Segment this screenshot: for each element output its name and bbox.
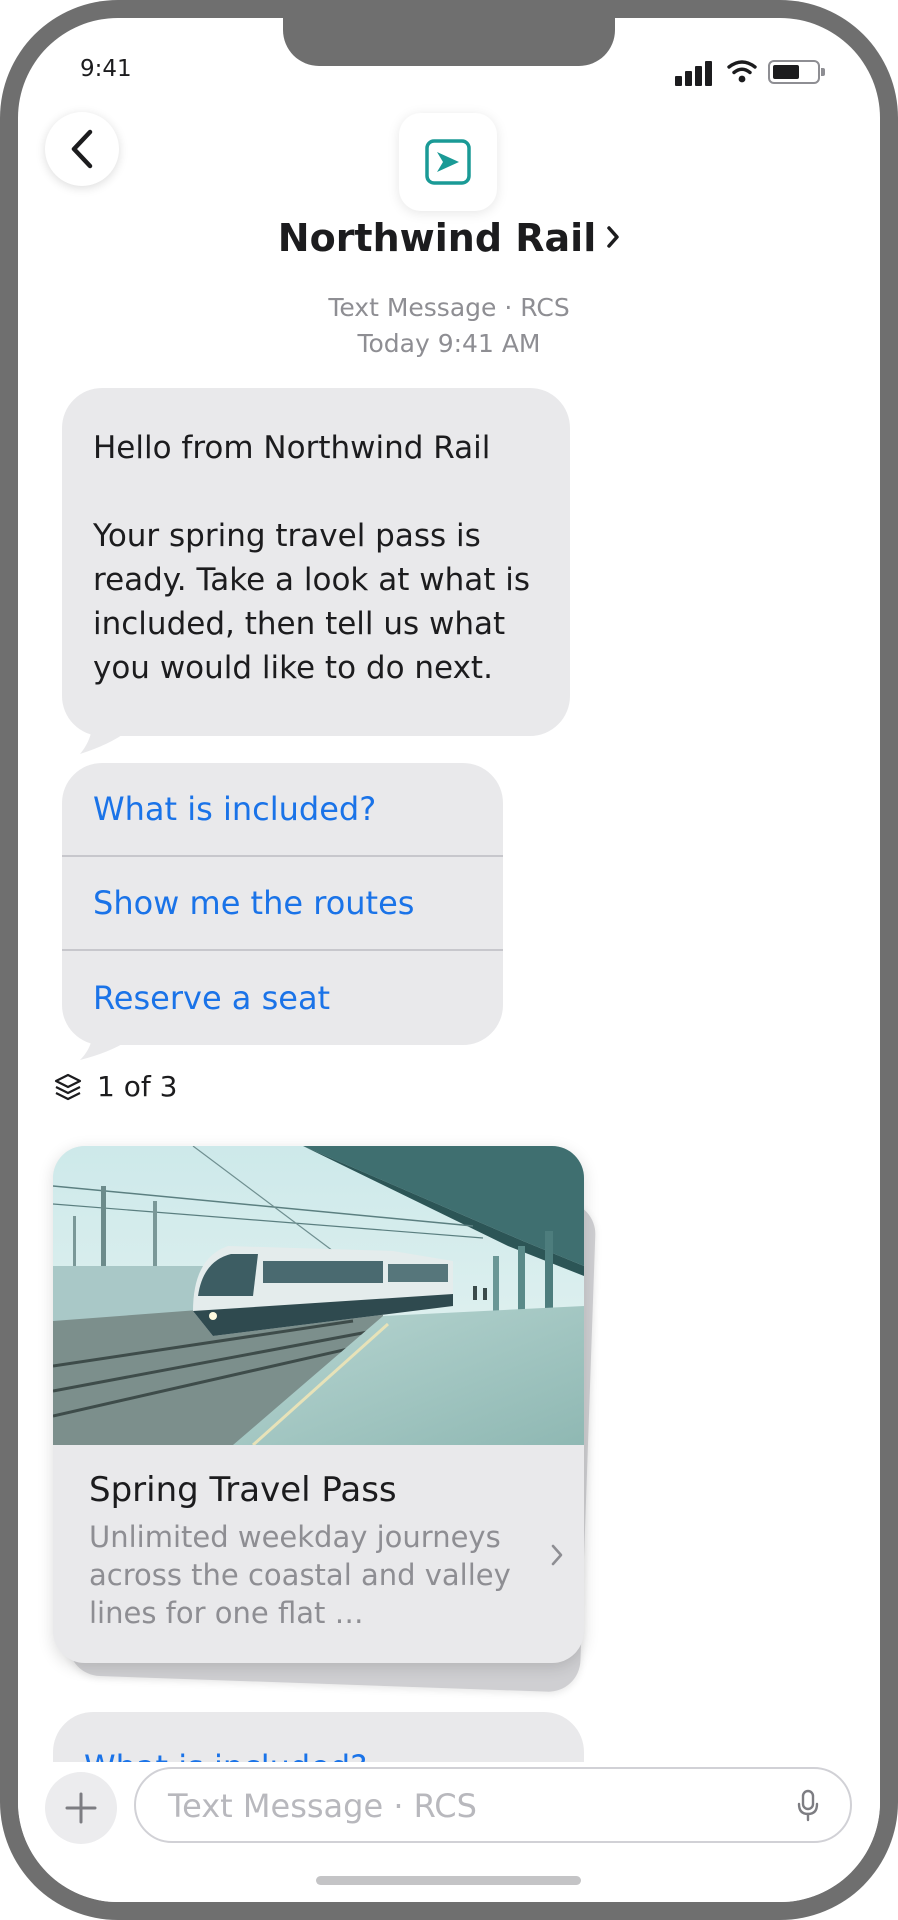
message-greeting: Hello from Northwind Rail <box>93 430 491 466</box>
microphone-icon[interactable] <box>796 1789 820 1823</box>
conversation-meta: Text Message · RCS Today 9:41 AM <box>18 290 880 362</box>
back-button[interactable] <box>45 112 119 186</box>
message-input-placeholder: Text Message · RCS <box>168 1787 477 1825</box>
brand-arrow-icon <box>425 139 471 185</box>
battery-icon <box>768 60 825 84</box>
home-indicator[interactable] <box>316 1876 581 1885</box>
suggestion-what-is-included[interactable]: What is included? <box>62 763 503 857</box>
suggestions-tail <box>80 1038 132 1060</box>
message-input[interactable]: Text Message · RCS <box>134 1767 852 1843</box>
train-station-image <box>53 1146 584 1445</box>
status-time: 9:41 <box>80 56 132 82</box>
card-description: Unlimited weekday journeys across the co… <box>89 1520 511 1630</box>
suggestion-reserve-seat[interactable]: Reserve a seat <box>62 951 503 1045</box>
notch <box>283 18 615 66</box>
plus-icon <box>65 1792 97 1824</box>
cellular-signal-icon <box>675 60 713 86</box>
brand-logo[interactable] <box>399 113 497 211</box>
message-composer: Text Message · RCS <box>18 1762 880 1902</box>
suggestion-chips: What is included? Show me the routes Res… <box>62 763 503 1045</box>
add-attachment-button[interactable] <box>45 1772 117 1844</box>
timestamp: Today 9:41 AM <box>357 329 541 358</box>
phone-screen: 9:41 Northwind Rail Text Message · RCS T… <box>18 18 880 1902</box>
message-bubble: Hello from Northwind Rail Your spring tr… <box>62 388 570 736</box>
contact-name-label: Northwind Rail <box>277 216 597 260</box>
chevron-right-icon <box>607 226 619 248</box>
channel-label: Text Message · RCS <box>328 293 570 322</box>
chevron-right-icon <box>551 1544 563 1566</box>
card-title: Spring Travel Pass <box>89 1470 397 1510</box>
contact-name[interactable]: Northwind Rail <box>18 216 880 260</box>
wifi-icon <box>727 60 757 83</box>
carousel-counter-text: 1 of 3 <box>97 1070 178 1103</box>
bubble-tail <box>80 728 132 754</box>
layers-icon <box>54 1073 82 1100</box>
message-body: Your spring travel pass is ready. Take a… <box>93 518 530 686</box>
rich-card[interactable]: Spring Travel Pass Unlimited weekday jou… <box>53 1146 584 1663</box>
carousel-counter: 1 of 3 <box>53 1070 177 1103</box>
suggestion-show-routes[interactable]: Show me the routes <box>62 857 503 951</box>
chevron-left-icon <box>71 129 93 169</box>
